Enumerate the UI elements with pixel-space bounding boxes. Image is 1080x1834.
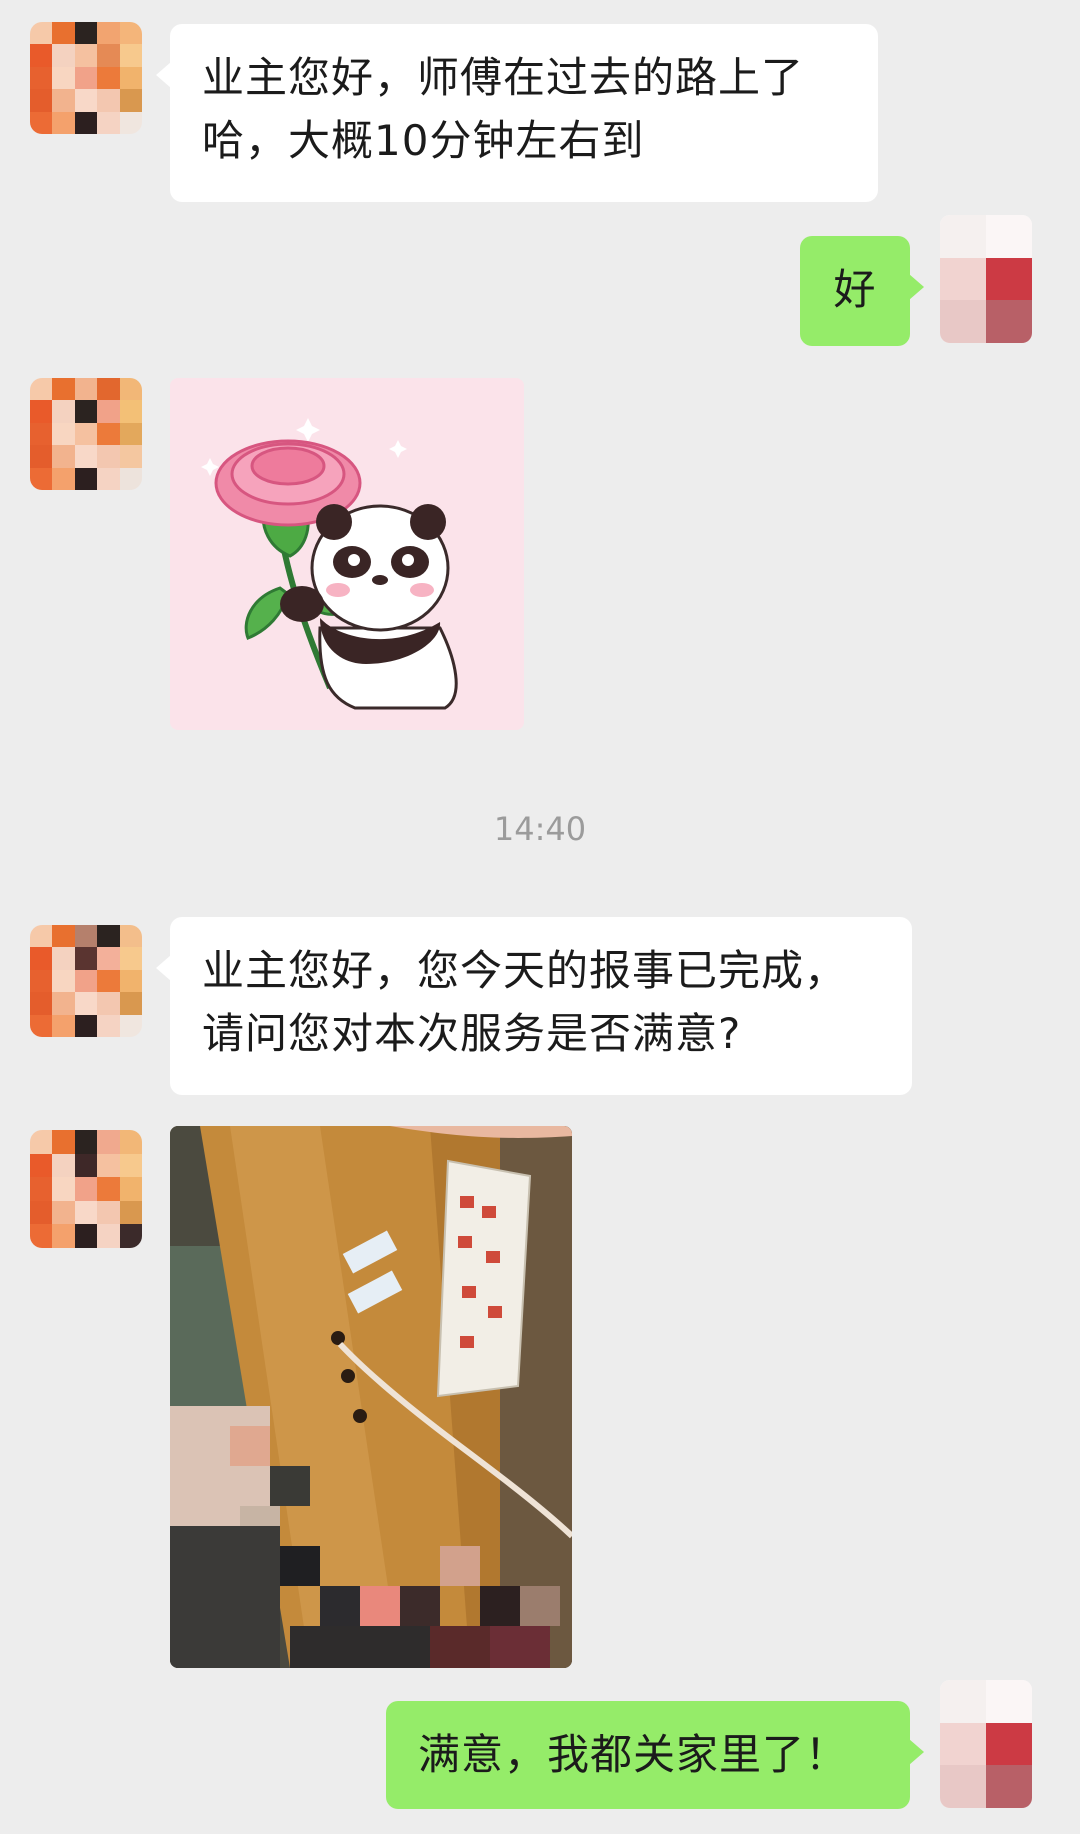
message-text: 满意，我都关家里了！ [418,1730,849,1779]
agent-avatar[interactable] [30,925,142,1037]
agent-message-bubble[interactable]: 业主您好，您今天的报事已完成， 请问您对本次服务是否满意? [156,917,912,1095]
message-text-line: 业主您好，您今天的报事已完成， [202,946,848,995]
panda-holding-carnation-icon [201,418,458,710]
user-avatar[interactable] [940,215,1032,343]
agent-avatar[interactable] [30,1130,142,1248]
message-text-line: 哈，大概10分钟左右到 [202,116,645,165]
agent-avatar[interactable] [30,22,142,134]
message-text: 好 [833,265,877,314]
sticker-message[interactable] [170,378,524,730]
message-timestamp: 14:40 [493,810,587,848]
photo-message[interactable] [170,1126,572,1668]
agent-avatar[interactable] [30,378,142,490]
agent-message-bubble[interactable]: 业主您好，师傅在过去的路上了 哈，大概10分钟左右到 [156,24,878,202]
message-text-line: 请问您对本次服务是否满意? [202,1009,742,1058]
user-message-bubble[interactable]: 满意，我都关家里了！ [386,1701,924,1809]
message-text-line: 业主您好，师傅在过去的路上了 [202,53,805,102]
user-message-bubble[interactable]: 好 [800,236,924,346]
user-avatar[interactable] [940,1680,1032,1808]
elevator-panel-photo-icon [170,1126,572,1668]
